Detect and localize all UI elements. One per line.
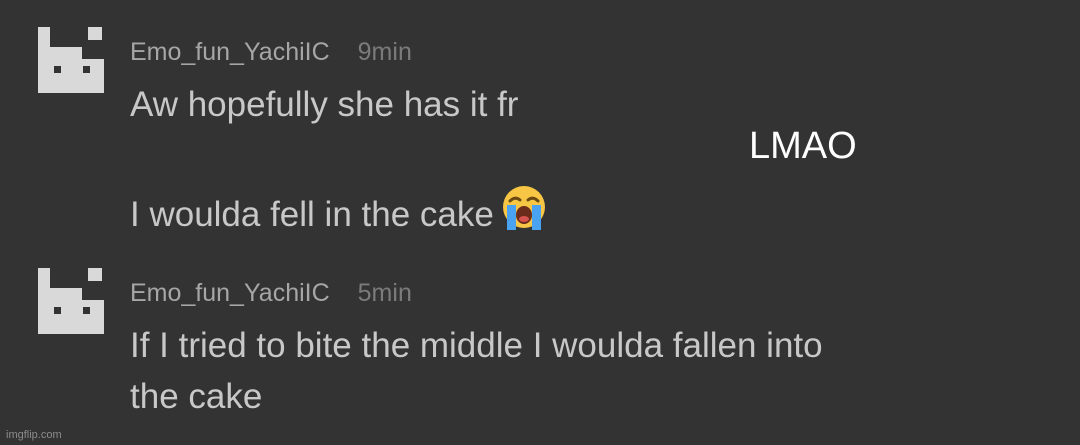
watermark: imgflip.com xyxy=(6,429,62,441)
username-link[interactable]: Emo_fun_YachiIC xyxy=(130,38,330,67)
comment-text-line: If I tried to bite the middle I woulda f… xyxy=(130,326,823,365)
comment-header: Emo_fun_YachiIC 9min xyxy=(130,34,412,70)
loudly-crying-face-icon xyxy=(500,184,548,241)
comment-text-line: I woulda fell in the cake xyxy=(130,184,548,241)
comment-header: Emo_fun_YachiIC 5min xyxy=(130,275,412,311)
comment-text-line: the cake xyxy=(130,377,263,416)
username-link[interactable]: Emo_fun_YachiIC xyxy=(130,279,330,308)
comment-text-line: Aw hopefully she has it fr xyxy=(130,85,519,124)
user-avatar-icon[interactable] xyxy=(38,27,104,93)
overlay-caption: LMAO xyxy=(749,125,857,167)
timestamp: 9min xyxy=(357,37,412,66)
timestamp: 5min xyxy=(357,278,412,307)
comment-text: I woulda fell in the cake xyxy=(130,195,494,234)
user-avatar-icon[interactable] xyxy=(38,268,104,334)
